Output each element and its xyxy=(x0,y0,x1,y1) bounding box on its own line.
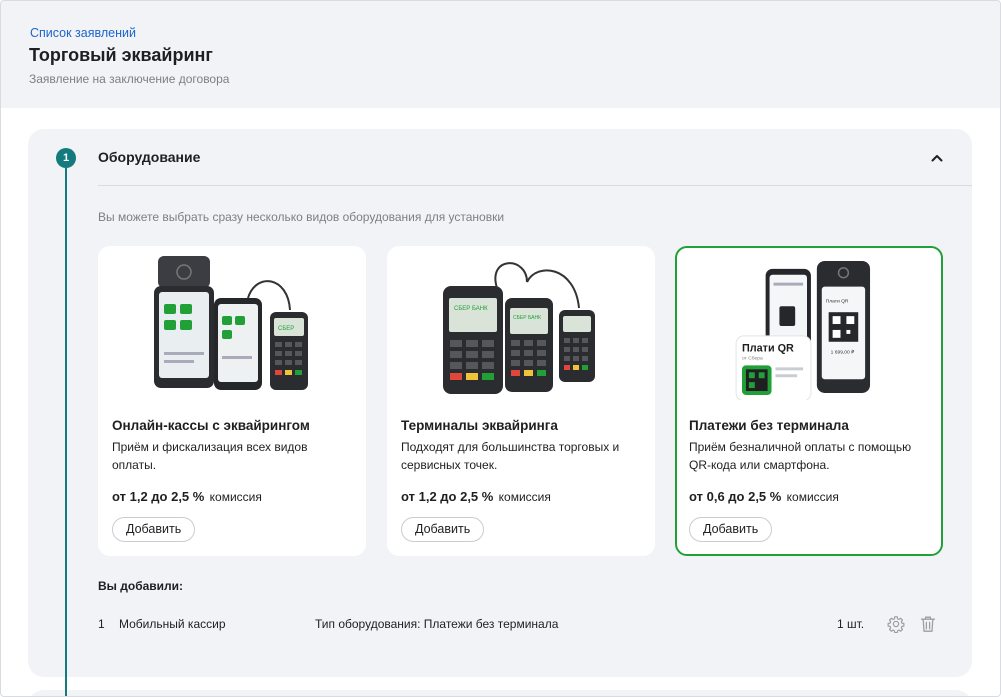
card-title: Терминалы эквайринга xyxy=(401,418,558,433)
svg-text:СБЕР БАНК: СБЕР БАНК xyxy=(513,315,541,321)
page-subtitle: Заявление на заключение договора xyxy=(29,72,230,86)
commission-rate: от 1,2 до 2,5 % xyxy=(112,489,205,504)
card-description: Приём и фискализация всех видов оплаты. xyxy=(112,440,308,472)
app-window: Список заявлений Торговый эквайринг Заяв… xyxy=(0,0,1001,697)
qr-badge-subtitle: от Сбера xyxy=(742,355,763,361)
add-button[interactable]: Добавить xyxy=(401,517,485,542)
section-hint: Вы можете выбрать сразу несколько видов … xyxy=(98,210,505,224)
chevron-up-icon xyxy=(931,155,943,162)
commission-label: комиссия xyxy=(209,490,262,504)
pos-terminals-image: СБЕР xyxy=(154,256,308,390)
gear-icon xyxy=(887,616,905,633)
commission-rate: от 0,6 до 2,5 % xyxy=(689,489,782,504)
item-type: Тип оборудования: Платежи без терминала xyxy=(315,617,559,631)
svg-text:СБЕР: СБЕР xyxy=(278,326,294,332)
card-title: Онлайн-кассы с эквайрингом xyxy=(112,418,310,433)
item-number: 1 xyxy=(98,617,105,631)
item-delete-button[interactable] xyxy=(918,614,938,634)
qr-badge-title: Плати QR xyxy=(742,343,794,355)
commission-rate: от 1,2 до 2,5 % xyxy=(401,489,494,504)
next-section xyxy=(28,690,972,696)
added-item-row: 1 Мобильный кассир Тип оборудования: Пла… xyxy=(98,611,946,637)
section-divider xyxy=(98,185,972,186)
card-title: Платежи без терминала xyxy=(689,418,849,433)
add-button[interactable]: Добавить xyxy=(689,517,773,542)
svg-text:Плати QR: Плати QR xyxy=(826,298,849,304)
step-progress-line xyxy=(65,168,67,696)
commission-label: комиссия xyxy=(786,490,839,504)
item-quantity: 1 шт. xyxy=(837,617,865,631)
commission-label: комиссия xyxy=(498,490,551,504)
card-description: Приём безналичной оплаты с помощью QR-ко… xyxy=(689,440,912,472)
svg-text:СБЕР БАНК: СБЕР БАНК xyxy=(454,306,488,312)
qr-payment-image: Плати QR 1 699,00 ₽ Плати QR от Сбера xyxy=(735,260,871,400)
item-settings-button[interactable] xyxy=(886,614,906,634)
svg-text:1 699,00 ₽: 1 699,00 ₽ xyxy=(831,350,855,356)
step-badge: 1 xyxy=(56,148,76,168)
acquiring-terminals-image: СБЕР БАНК СБЕР БАНК xyxy=(443,262,595,394)
added-items-title: Вы добавили: xyxy=(98,579,184,593)
breadcrumb-link[interactable]: Список заявлений xyxy=(30,26,136,40)
card-description: Подходят для большинства торговых и серв… xyxy=(401,440,620,472)
add-button[interactable]: Добавить xyxy=(112,517,196,542)
page-header: Список заявлений Торговый эквайринг Заяв… xyxy=(1,1,1000,108)
card-online-kassa[interactable]: СБЕР Онлайн-кассы с эквайрингом Приём и … xyxy=(98,246,366,556)
card-payments-without-terminal[interactable]: Плати QR 1 699,00 ₽ Плати QR от Сбера Пл… xyxy=(675,246,943,556)
section-title: Оборудование xyxy=(98,149,201,165)
item-name: Мобильный кассир xyxy=(119,617,226,631)
trash-icon xyxy=(920,616,936,632)
collapse-button[interactable] xyxy=(927,148,947,168)
card-price: от 0,6 до 2,5 % комиссия xyxy=(689,489,839,504)
card-price: от 1,2 до 2,5 % комиссия xyxy=(112,489,262,504)
card-acquiring-terminals[interactable]: СБЕР БАНК СБЕР БАНК Терминалы эквайринга… xyxy=(387,246,655,556)
page-title: Торговый эквайринг xyxy=(29,45,213,65)
card-price: от 1,2 до 2,5 % комиссия xyxy=(401,489,551,504)
